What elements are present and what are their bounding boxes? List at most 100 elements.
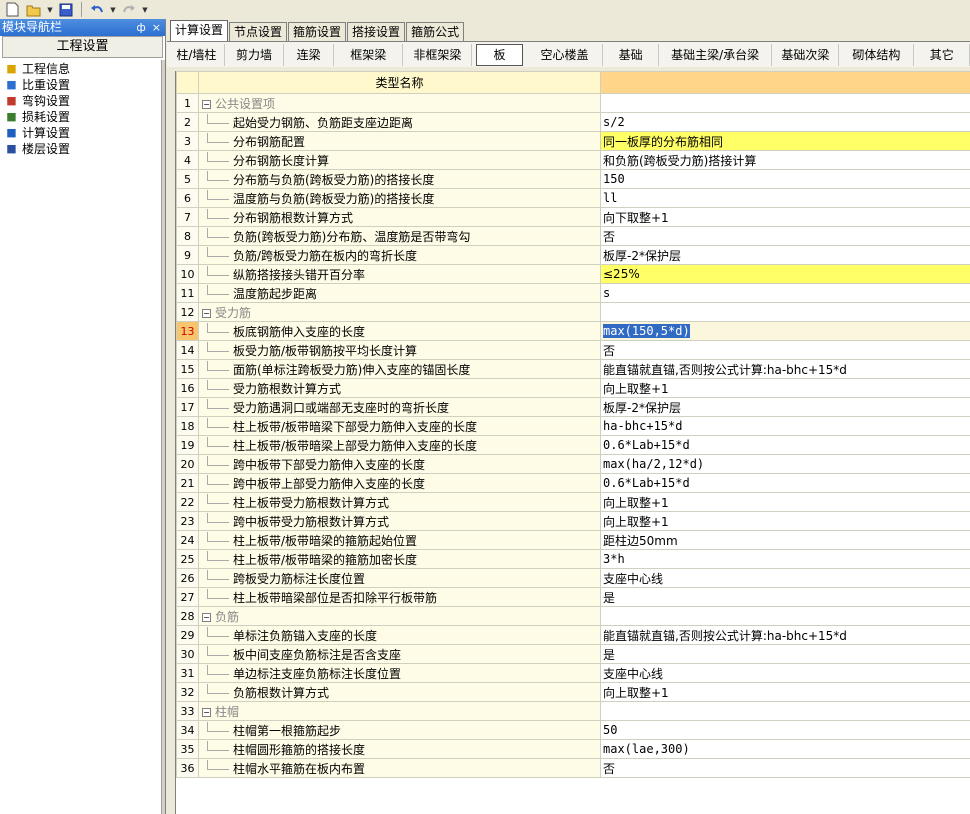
tab-4[interactable]: 箍筋公式: [406, 22, 465, 41]
chevron-down-icon[interactable]: ▼: [141, 1, 149, 18]
type-name-cell[interactable]: 单边标注支座负筋标注长度位置: [198, 663, 601, 683]
table-row[interactable]: 22 柱上板带受力筋根数计算方式 向上取整+1: [176, 492, 970, 512]
table-row[interactable]: 34 柱帽第一根箍筋起步 50: [176, 720, 970, 740]
value-cell[interactable]: 向下取整+1: [600, 207, 970, 227]
table-row[interactable]: 15 面筋(单标注跨板受力筋)伸入支座的锚固长度 能直锚就直锚,否则按公式计算:ha…: [176, 359, 970, 379]
save-icon[interactable]: [56, 1, 76, 18]
type-name-cell[interactable]: 板底钢筋伸入支座的长度: [198, 321, 601, 341]
type-name-cell[interactable]: 柱帽圆形箍筋的搭接长度: [198, 739, 601, 759]
value-cell[interactable]: max(150,5*d): [600, 321, 970, 341]
subtab-6[interactable]: 空心楼盖: [527, 43, 604, 66]
subtab-11[interactable]: 其它: [914, 43, 970, 66]
value-cell[interactable]: max(lae,300): [600, 739, 970, 759]
type-name-cell[interactable]: 跨中板带下部受力筋伸入支座的长度: [198, 454, 601, 474]
table-row[interactable]: 29 单标注负筋锚入支座的长度 能直锚就直锚,否则按公式计算:ha-bhc+15*d: [176, 625, 970, 645]
type-name-cell[interactable]: 分布钢筋配置: [198, 131, 601, 151]
type-name-cell[interactable]: 负筋(跨板受力筋)分布筋、温度筋是否带弯勾: [198, 226, 601, 246]
value-cell[interactable]: [600, 302, 970, 322]
value-cell[interactable]: 能直锚就直锚,否则按公式计算:ha-bhc+15*d: [600, 359, 970, 379]
value-cell[interactable]: 板厚-2*保护层: [600, 397, 970, 417]
table-row[interactable]: 5 分布筋与负筋(跨板受力筋)的搭接长度 150: [176, 169, 970, 189]
type-name-cell[interactable]: 柱上板带/板带暗梁的箍筋起始位置: [198, 530, 601, 550]
subtab-8[interactable]: 基础主梁/承台梁: [659, 43, 773, 66]
type-name-cell[interactable]: 温度筋与负筋(跨板受力筋)的搭接长度: [198, 188, 601, 208]
value-cell[interactable]: 向上取整+1: [600, 682, 970, 702]
collapse-icon[interactable]: −: [202, 707, 211, 717]
value-cell[interactable]: 距柱边50mm: [600, 530, 970, 550]
type-name-cell[interactable]: − 受力筋: [198, 302, 601, 322]
subtab-7[interactable]: 基础: [603, 43, 660, 66]
table-row[interactable]: 31 单边标注支座负筋标注长度位置 支座中心线: [176, 663, 970, 683]
table-row[interactable]: 9 负筋/跨板受力筋在板内的弯折长度 板厚-2*保护层: [176, 245, 970, 265]
group-row[interactable]: 28− 负筋: [176, 606, 970, 626]
table-row[interactable]: 16 受力筋根数计算方式 向上取整+1: [176, 378, 970, 398]
tab-1[interactable]: 节点设置: [229, 22, 288, 41]
subtab-5[interactable]: 板: [476, 43, 523, 66]
subtab-9[interactable]: 基础次梁: [772, 43, 840, 66]
nav-scrollbar[interactable]: [161, 60, 165, 814]
close-icon[interactable]: ×: [152, 19, 161, 36]
type-name-cell[interactable]: − 公共设置项: [198, 93, 601, 113]
type-name-cell[interactable]: 纵筋搭接接头错开百分率: [198, 264, 601, 284]
value-cell[interactable]: 向上取整+1: [600, 492, 970, 512]
type-name-cell[interactable]: 板中间支座负筋标注是否含支座: [198, 644, 601, 664]
table-row[interactable]: 4 分布钢筋长度计算 和负筋(跨板受力筋)搭接计算: [176, 150, 970, 170]
type-name-cell[interactable]: 柱上板带/板带暗梁上部受力筋伸入支座的长度: [198, 435, 601, 455]
value-cell[interactable]: 否: [600, 340, 970, 360]
group-row[interactable]: 12− 受力筋: [176, 302, 970, 322]
value-cell[interactable]: s: [600, 283, 970, 303]
table-row[interactable]: 35 柱帽圆形箍筋的搭接长度 max(lae,300): [176, 739, 970, 759]
type-name-cell[interactable]: 单标注负筋锚入支座的长度: [198, 625, 601, 645]
chevron-down-icon[interactable]: ▼: [46, 1, 54, 18]
table-row[interactable]: 32 负筋根数计算方式 向上取整+1: [176, 682, 970, 702]
subtab-3[interactable]: 框架梁: [334, 43, 404, 66]
new-file-icon[interactable]: [2, 1, 22, 18]
table-row[interactable]: 14 板受力筋/板带钢筋按平均长度计算 否: [176, 340, 970, 360]
value-cell[interactable]: 0.6*Lab+15*d: [600, 473, 970, 493]
value-cell[interactable]: [600, 701, 970, 721]
table-row[interactable]: 20 跨中板带下部受力筋伸入支座的长度 max(ha/2,12*d): [176, 454, 970, 474]
subtab-4[interactable]: 非框架梁: [403, 43, 473, 66]
table-row[interactable]: 13 板底钢筋伸入支座的长度 max(150,5*d): [176, 321, 970, 341]
nav-item[interactable]: ■ 比重设置: [4, 76, 165, 92]
value-cell[interactable]: 支座中心线: [600, 663, 970, 683]
table-row[interactable]: 10 纵筋搭接接头错开百分率 ≤25%: [176, 264, 970, 284]
nav-item[interactable]: ■ 弯钩设置: [4, 92, 165, 108]
value-cell[interactable]: 50: [600, 720, 970, 740]
value-cell[interactable]: ha-bhc+15*d: [600, 416, 970, 436]
table-row[interactable]: 8 负筋(跨板受力筋)分布筋、温度筋是否带弯勾 否: [176, 226, 970, 246]
nav-section-header[interactable]: 工程设置: [2, 36, 163, 58]
subtab-0[interactable]: 柱/墙柱: [169, 43, 225, 66]
table-row[interactable]: 27 柱上板带暗梁部位是否扣除平行板带筋 是: [176, 587, 970, 607]
chevron-down-icon[interactable]: ▼: [109, 1, 117, 18]
value-cell[interactable]: 板厚-2*保护层: [600, 245, 970, 265]
value-cell[interactable]: 150: [600, 169, 970, 189]
table-row[interactable]: 30 板中间支座负筋标注是否含支座 是: [176, 644, 970, 664]
type-name-cell[interactable]: 受力筋根数计算方式: [198, 378, 601, 398]
table-row[interactable]: 23 跨中板带受力筋根数计算方式 向上取整+1: [176, 511, 970, 531]
type-name-cell[interactable]: − 负筋: [198, 606, 601, 626]
type-name-cell[interactable]: 分布筋与负筋(跨板受力筋)的搭接长度: [198, 169, 601, 189]
nav-item[interactable]: ■ 楼层设置: [4, 140, 165, 156]
type-name-cell[interactable]: 柱上板带暗梁部位是否扣除平行板带筋: [198, 587, 601, 607]
collapse-icon[interactable]: −: [202, 99, 211, 109]
type-name-cell[interactable]: 负筋/跨板受力筋在板内的弯折长度: [198, 245, 601, 265]
type-name-cell[interactable]: 柱上板带/板带暗梁下部受力筋伸入支座的长度: [198, 416, 601, 436]
value-cell[interactable]: 和负筋(跨板受力筋)搭接计算: [600, 150, 970, 170]
type-name-cell[interactable]: 受力筋遇洞口或端部无支座时的弯折长度: [198, 397, 601, 417]
type-name-cell[interactable]: 温度筋起步距离: [198, 283, 601, 303]
nav-item[interactable]: ■ 计算设置: [4, 124, 165, 140]
open-folder-icon[interactable]: [24, 1, 44, 18]
type-name-cell[interactable]: 柱帽第一根箍筋起步: [198, 720, 601, 740]
table-row[interactable]: 7 分布钢筋根数计算方式 向下取整+1: [176, 207, 970, 227]
value-cell[interactable]: ≤25%: [600, 264, 970, 284]
group-row[interactable]: 33− 柱帽: [176, 701, 970, 721]
value-cell[interactable]: 能直锚就直锚,否则按公式计算:ha-bhc+15*d: [600, 625, 970, 645]
value-cell[interactable]: 支座中心线: [600, 568, 970, 588]
subtab-2[interactable]: 连梁: [284, 43, 335, 66]
table-row[interactable]: 17 受力筋遇洞口或端部无支座时的弯折长度 板厚-2*保护层: [176, 397, 970, 417]
type-name-cell[interactable]: 面筋(单标注跨板受力筋)伸入支座的锚固长度: [198, 359, 601, 379]
table-row[interactable]: 6 温度筋与负筋(跨板受力筋)的搭接长度 ll: [176, 188, 970, 208]
table-row[interactable]: 25 柱上板带/板带暗梁的箍筋加密长度 3*h: [176, 549, 970, 569]
value-cell[interactable]: 是: [600, 644, 970, 664]
